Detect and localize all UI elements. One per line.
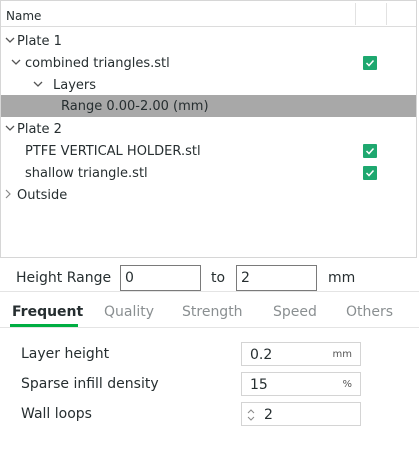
column-separator xyxy=(355,3,356,25)
tree-row-label: Range 0.00-2.00 (mm) xyxy=(61,99,209,114)
height-range-to-input[interactable] xyxy=(236,265,317,291)
param-label: Wall loops xyxy=(21,406,92,422)
settings-tabs: Frequent Quality Strength Speed Others xyxy=(0,296,419,328)
chevron-down-icon[interactable] xyxy=(10,55,22,69)
param-sparse-infill-density: Sparse infill density 15 % xyxy=(0,370,419,400)
tree-header: Name xyxy=(1,1,416,27)
visibility-checkbox[interactable] xyxy=(363,144,377,158)
tree-row-layers[interactable]: Layers xyxy=(1,74,416,96)
tab-speed[interactable]: Speed xyxy=(273,304,317,320)
tree-row-plate-1[interactable]: Plate 1 xyxy=(1,30,416,52)
param-unit: mm xyxy=(332,349,352,360)
height-range-to-label: to xyxy=(211,270,226,286)
tree-row-label: shallow triangle.stl xyxy=(25,166,148,181)
tree-row-label: Layers xyxy=(53,78,97,93)
param-wall-loops: Wall loops 2 xyxy=(0,400,419,430)
height-range-label: Height Range xyxy=(16,270,112,286)
param-value[interactable]: 2 xyxy=(264,407,273,423)
tree-row-label: Plate 1 xyxy=(17,34,62,49)
param-unit: % xyxy=(342,379,352,390)
param-label: Sparse infill density xyxy=(21,376,159,392)
chevron-down-icon[interactable] xyxy=(4,33,16,47)
check-icon xyxy=(365,59,375,67)
active-tab-indicator xyxy=(10,324,78,327)
tree-row-outside[interactable]: Outside xyxy=(1,184,416,206)
check-icon xyxy=(365,147,375,155)
tab-others[interactable]: Others xyxy=(346,304,393,320)
param-value[interactable]: 0.2 xyxy=(250,347,272,363)
layer-height-field[interactable]: 0.2 mm xyxy=(241,342,361,366)
tab-frequent[interactable]: Frequent xyxy=(12,304,83,320)
chevron-right-icon[interactable] xyxy=(2,187,14,201)
param-value[interactable]: 15 xyxy=(250,377,268,393)
height-range-unit: mm xyxy=(328,270,356,286)
tree-row-label: Outside xyxy=(17,188,68,203)
tree-row-label: PTFE VERTICAL HOLDER.stl xyxy=(25,144,201,159)
tree-row-label: Plate 2 xyxy=(17,122,62,137)
chevron-down-icon[interactable] xyxy=(32,77,44,91)
tab-quality[interactable]: Quality xyxy=(104,304,154,320)
height-range-bar: Height Range to mm xyxy=(0,262,419,292)
tree-header-name: Name xyxy=(6,9,42,23)
chevron-down-icon[interactable] xyxy=(4,121,16,135)
tree-row-range[interactable]: Range 0.00-2.00 (mm) xyxy=(1,95,416,117)
visibility-checkbox[interactable] xyxy=(363,56,377,70)
tree-row-shallow-triangle[interactable]: shallow triangle.stl xyxy=(1,162,416,184)
spin-arrows-icon[interactable] xyxy=(246,405,256,425)
object-tree-panel: Name Plate 1 combined triangles.stl Laye… xyxy=(0,0,417,258)
height-range-from-input[interactable] xyxy=(120,265,201,291)
tree-row-combined-triangles[interactable]: combined triangles.stl xyxy=(1,52,416,74)
param-layer-height: Layer height 0.2 mm xyxy=(0,340,419,370)
tab-strength[interactable]: Strength xyxy=(182,304,243,320)
column-separator xyxy=(386,3,387,25)
sparse-infill-density-field[interactable]: 15 % xyxy=(241,372,361,396)
tree-row-plate-2[interactable]: Plate 2 xyxy=(1,118,416,140)
visibility-checkbox[interactable] xyxy=(363,166,377,180)
wall-loops-stepper[interactable]: 2 xyxy=(241,402,361,426)
check-icon xyxy=(365,169,375,177)
tree-row-ptfe-holder[interactable]: PTFE VERTICAL HOLDER.stl xyxy=(1,140,416,162)
param-label: Layer height xyxy=(21,346,110,362)
tree-row-label: combined triangles.stl xyxy=(25,56,170,71)
